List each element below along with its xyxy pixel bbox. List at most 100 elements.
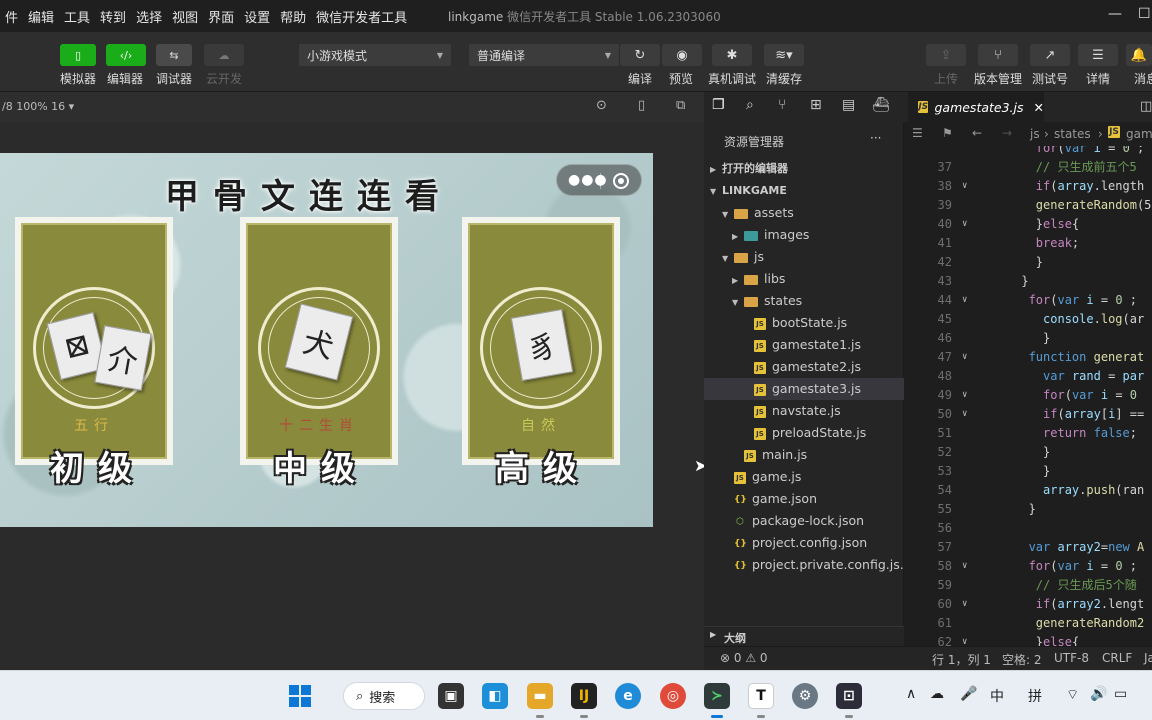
- bilibili-icon[interactable]: ⊡: [836, 683, 862, 709]
- ime-pinyin[interactable]: 拼: [1028, 686, 1042, 706]
- compile-select[interactable]: 普通编译 ▼: [469, 44, 619, 66]
- project-section[interactable]: ▼ LINKGAME: [704, 180, 904, 202]
- file-explorer-icon[interactable]: ▬: [527, 683, 553, 709]
- code-line[interactable]: 43 }: [904, 272, 1152, 291]
- level-label-intermediate[interactable]: 中级: [273, 441, 369, 490]
- back-icon[interactable]: ←: [972, 126, 982, 140]
- menu-item[interactable]: 视图: [167, 7, 203, 26]
- forward-icon[interactable]: →: [1002, 126, 1012, 140]
- ime-mode[interactable]: 中: [990, 686, 1004, 706]
- indentation[interactable]: 空格: 2: [1002, 651, 1042, 668]
- game-canvas[interactable]: 甲骨文连连看 ●●● ⊠ 介 五行 犬 十二生肖 豸 自然 初级 中级 高级: [0, 153, 653, 527]
- cursor-position[interactable]: 行 1，列 1: [932, 651, 991, 668]
- fold-icon[interactable]: ∨: [962, 633, 967, 646]
- tree-folder[interactable]: ▶ images: [704, 224, 904, 246]
- tree-folder[interactable]: ▶ libs: [704, 268, 904, 290]
- tree-file[interactable]: JS main.js: [704, 444, 904, 466]
- code-line[interactable]: 62 ∨ }else{: [904, 633, 1152, 646]
- level-card-beginner[interactable]: ⊠ 介 五行: [15, 217, 173, 465]
- details-button[interactable]: ☰: [1078, 44, 1118, 66]
- level-label-beginner[interactable]: 初级: [50, 441, 146, 490]
- intellij-icon[interactable]: IJ: [571, 683, 597, 709]
- clear-cache-button[interactable]: ≋▾: [764, 44, 804, 66]
- tree-file[interactable]: JS gamestate3.js: [704, 378, 904, 400]
- encoding[interactable]: UTF-8: [1054, 651, 1089, 665]
- code-line[interactable]: 56: [904, 519, 1152, 538]
- code-line[interactable]: 53 }: [904, 462, 1152, 481]
- level-label-advanced[interactable]: 高级: [495, 441, 591, 490]
- minimize-icon[interactable]: —: [1108, 6, 1122, 22]
- chrome-icon[interactable]: ◎: [660, 683, 686, 709]
- menu-item[interactable]: 编辑: [23, 7, 59, 26]
- simulator-toggle-button[interactable]: ▯: [60, 44, 96, 66]
- detach-window-icon[interactable]: ⧉: [676, 98, 685, 113]
- fold-icon[interactable]: ∨: [962, 348, 967, 367]
- code-line[interactable]: 47 ∨ function generat: [904, 348, 1152, 367]
- code-line[interactable]: 57 var array2=new A: [904, 538, 1152, 557]
- tree-file[interactable]: JS gamestate2.js: [704, 356, 904, 378]
- fold-icon[interactable]: ∨: [962, 291, 967, 310]
- tree-file[interactable]: JS gamestate1.js: [704, 334, 904, 356]
- maximize-icon[interactable]: ☐: [1138, 6, 1151, 22]
- edge-icon[interactable]: e: [615, 683, 641, 709]
- close-mini-game-icon[interactable]: [613, 173, 629, 189]
- source-control-icon[interactable]: ⑂: [778, 97, 786, 113]
- code-line[interactable]: 46 }: [904, 329, 1152, 348]
- level-card-intermediate[interactable]: 犬 十二生肖: [240, 217, 398, 465]
- cloud-dev-button[interactable]: ☁: [204, 44, 244, 66]
- code-line[interactable]: 55 }: [904, 500, 1152, 519]
- code-line[interactable]: 48 var rand = par: [904, 367, 1152, 386]
- preview-button[interactable]: ◉: [662, 44, 702, 66]
- tree-file[interactable]: JS preloadState.js: [704, 422, 904, 444]
- breadcrumb-js[interactable]: js: [1030, 127, 1040, 141]
- code-line[interactable]: 38 ∨ if(array.length: [904, 177, 1152, 196]
- remote-debug-button[interactable]: ✱: [712, 44, 752, 66]
- tree-folder[interactable]: ▼ js: [704, 246, 904, 268]
- code-editor[interactable]: for(var i = 0 ; 37 // 只生成前五个5 38 ∨ if(array…: [904, 146, 1152, 646]
- code-line[interactable]: 42 }: [904, 253, 1152, 272]
- more-actions-icon[interactable]: ···: [870, 131, 881, 145]
- tree-file[interactable]: ⬡ package-lock.json: [704, 510, 904, 532]
- split-editor-icon[interactable]: ◫: [1140, 99, 1152, 114]
- microphone-icon[interactable]: 🎤: [960, 686, 977, 702]
- tree-file[interactable]: {} project.private.config.js...: [704, 554, 912, 576]
- tab-gamestate3[interactable]: JS gamestate3.js ✕: [908, 92, 1044, 122]
- fold-icon[interactable]: ∨: [962, 386, 967, 405]
- battery-icon[interactable]: ▭: [1114, 686, 1127, 702]
- menu-item[interactable]: 选择: [131, 7, 167, 26]
- compile-button[interactable]: ↻: [620, 44, 660, 66]
- cloud-icon[interactable]: ☁: [930, 686, 944, 702]
- fold-icon[interactable]: ∨: [962, 177, 967, 196]
- code-line[interactable]: 61 generateRandom2: [904, 614, 1152, 633]
- editor-toggle-button[interactable]: ‹/›: [106, 44, 146, 66]
- upload-button[interactable]: ⇪: [926, 44, 966, 66]
- files-icon[interactable]: ❐: [712, 97, 725, 113]
- line-ending[interactable]: CRLF: [1102, 651, 1132, 665]
- code-line[interactable]: 39 generateRandom(5: [904, 196, 1152, 215]
- list-icon[interactable]: ☰: [912, 126, 923, 140]
- fold-icon[interactable]: ∨: [962, 215, 967, 234]
- settings-icon[interactable]: ⚙: [792, 683, 818, 709]
- start-icon[interactable]: [287, 683, 313, 709]
- storage-icon[interactable]: ▤: [842, 97, 855, 113]
- extensions-icon[interactable]: ⊞: [810, 97, 822, 113]
- code-line[interactable]: 41 break;: [904, 234, 1152, 253]
- messages-button[interactable]: 🔔: [1126, 44, 1152, 66]
- language-mode[interactable]: Ja: [1144, 651, 1152, 665]
- close-icon[interactable]: ✕: [1034, 100, 1044, 115]
- mode-select[interactable]: 小游戏模式 ▼: [299, 44, 451, 66]
- code-line[interactable]: 59 // 只生成后5个随: [904, 576, 1152, 595]
- menu-item[interactable]: 微信开发者工具: [311, 7, 412, 26]
- device-info-select[interactable]: /8 100% 16 ▾: [2, 100, 74, 113]
- fold-icon[interactable]: ∨: [962, 405, 967, 424]
- tree-file[interactable]: {} project.config.json: [704, 532, 904, 554]
- code-line[interactable]: 45 console.log(ar: [904, 310, 1152, 329]
- fold-icon[interactable]: ∨: [962, 557, 967, 576]
- tree-file[interactable]: JS game.js: [704, 466, 904, 488]
- widgets-icon[interactable]: ◧: [482, 683, 508, 709]
- debugger-toggle-button[interactable]: ⇆: [156, 44, 192, 66]
- tree-file[interactable]: JS navstate.js: [704, 400, 904, 422]
- menu-item[interactable]: 界面: [203, 7, 239, 26]
- code-line[interactable]: for(var i = 0 ;: [904, 146, 1152, 158]
- chevron-up-icon[interactable]: ∧: [906, 686, 916, 702]
